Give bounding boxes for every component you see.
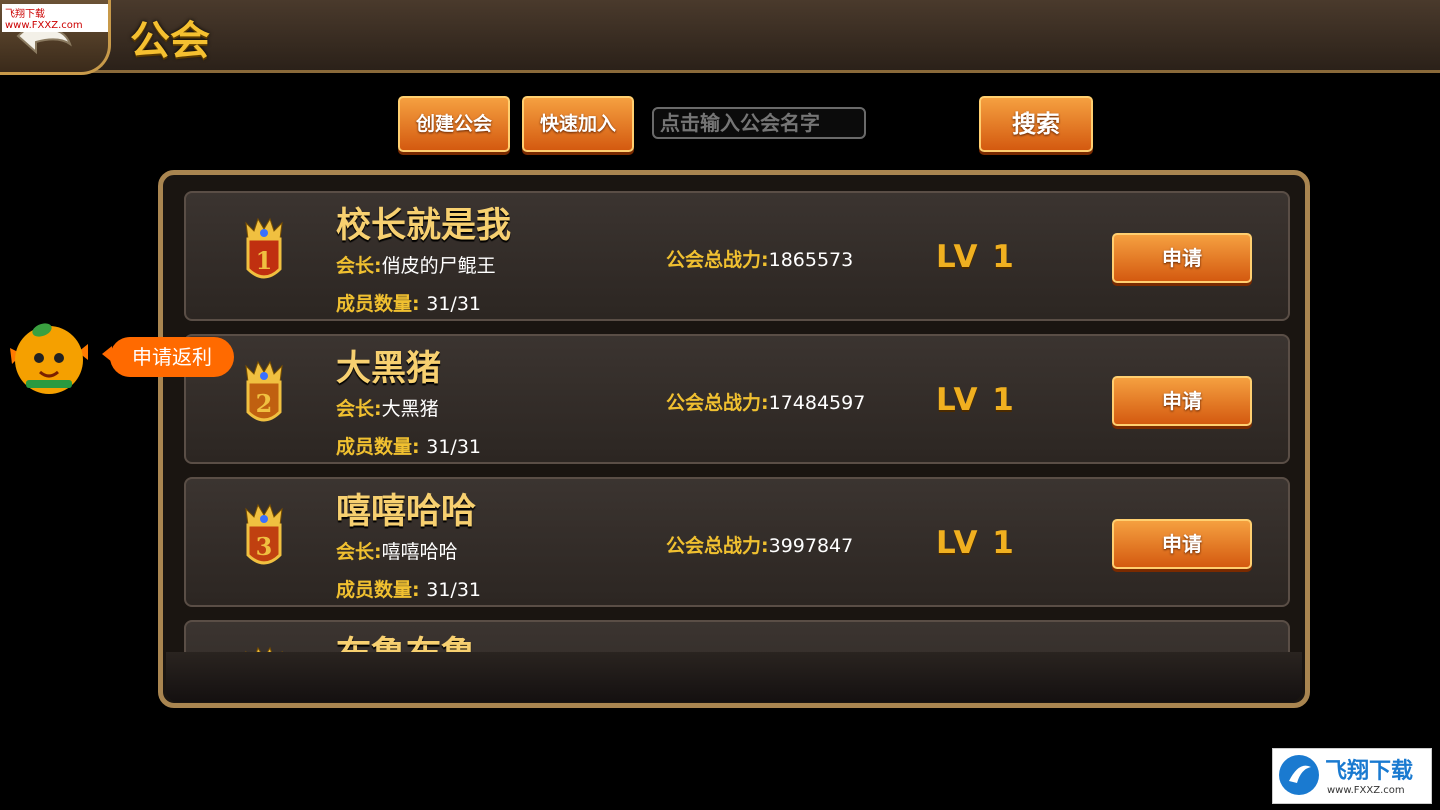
guild-name: 大黑猪 — [336, 348, 442, 389]
guild-members: 成员数量: 31/31 — [336, 436, 481, 458]
rebate-button[interactable]: 申请返利 — [110, 337, 234, 377]
apply-button[interactable]: 申请 — [1112, 233, 1252, 283]
panel-footer — [166, 652, 1302, 702]
back-button[interactable]: 飞翔下载 www.FXXZ.com — [0, 0, 111, 75]
guild-name: 校长就是我 — [336, 205, 512, 246]
guild-name: 嘻嘻哈哈 — [336, 491, 477, 532]
svg-text:1: 1 — [256, 246, 273, 275]
guild-row: 2 大黑猪 会长:大黑猪 成员数量: 31/31 公会总战力:17484597 … — [184, 334, 1290, 464]
guild-leader: 会长:嘻嘻哈哈 — [336, 541, 458, 563]
rank-2-badge-icon: 2 — [245, 360, 283, 422]
rank-1-badge-icon: 1 — [245, 217, 283, 279]
brand-url: www.FXXZ.com — [1327, 785, 1405, 796]
orange-mascot-icon[interactable] — [8, 318, 90, 398]
svg-text:3: 3 — [256, 532, 273, 561]
brand-name: 飞翔下载 — [1325, 759, 1414, 784]
guild-level: LV 1 — [936, 525, 1016, 561]
apply-button[interactable]: 申请 — [1112, 376, 1252, 426]
top-bar — [0, 0, 1440, 73]
guild-leader: 会长:大黑猪 — [336, 398, 439, 420]
search-button[interactable]: 搜索 — [979, 96, 1093, 152]
svg-text:2: 2 — [256, 389, 273, 418]
guild-members: 成员数量: 31/31 — [336, 579, 481, 601]
guild-name: 布鲁布鲁 — [336, 626, 476, 652]
guild-row: 3 嘻嘻哈哈 会长:嘻嘻哈哈 成员数量: 31/31 公会总战力:3997847… — [184, 477, 1290, 607]
guild-list[interactable]: 1 校长就是我 会长:俏皮的尸鲲王 成员数量: 31/31 公会总战力:1865… — [178, 186, 1296, 652]
guild-level: LV 1 — [936, 239, 1016, 275]
guild-row: 布鲁布鲁 — [184, 620, 1290, 652]
guild-leader: 会长:俏皮的尸鲲王 — [336, 255, 496, 277]
brand-logo-icon — [1279, 755, 1319, 795]
guild-search-input[interactable] — [652, 107, 866, 139]
guild-level: LV 1 — [936, 382, 1016, 418]
create-guild-button[interactable]: 创建公会 — [398, 96, 510, 152]
guild-row: 1 校长就是我 会长:俏皮的尸鲲王 成员数量: 31/31 公会总战力:1865… — [184, 191, 1290, 321]
quick-join-button[interactable]: 快速加入 — [522, 96, 634, 152]
watermark-text: 飞翔下载 www.FXXZ.com — [2, 4, 108, 32]
page-title: 公会 — [130, 17, 210, 64]
guild-members: 成员数量: 31/31 — [336, 293, 481, 315]
guild-power: 公会总战力:3997847 — [666, 535, 854, 557]
guild-power: 公会总战力:1865573 — [666, 249, 854, 271]
rank-3-badge-icon: 3 — [245, 503, 283, 565]
apply-button[interactable]: 申请 — [1112, 519, 1252, 569]
guild-power: 公会总战力:17484597 — [666, 392, 866, 414]
brand-logo: 飞翔下载 www.FXXZ.com — [1272, 748, 1432, 804]
